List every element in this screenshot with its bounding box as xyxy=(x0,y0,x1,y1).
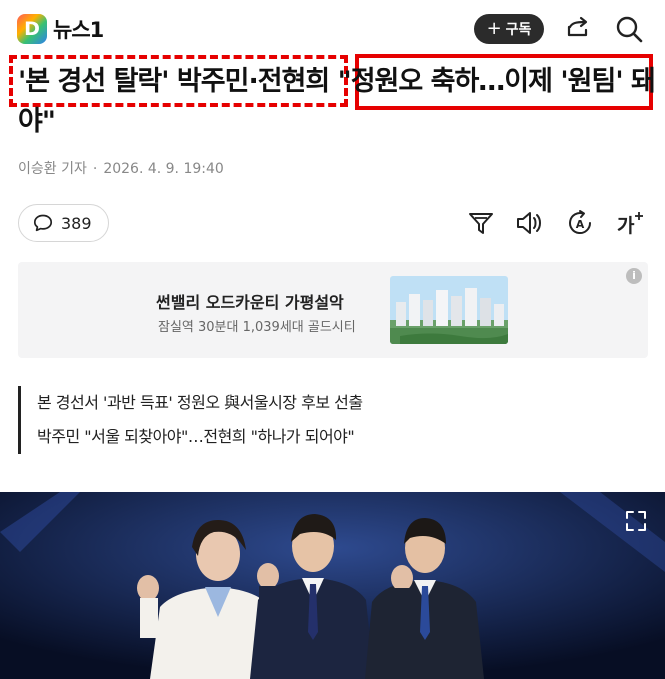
fullscreen-icon[interactable] xyxy=(625,510,647,532)
logo[interactable]: 뉴스1 xyxy=(17,14,104,44)
summary-line: 박주민 "서울 되찾아야"…전현희 "하나가 되어야" xyxy=(37,427,355,446)
ad-info-icon[interactable]: i xyxy=(626,268,642,284)
subscribe-label: 구독 xyxy=(505,22,532,38)
summary-line: 본 경선서 '과반 득표' 정원오 與서울시장 후보 선출 xyxy=(37,393,363,412)
translate-icon[interactable]: A xyxy=(565,208,595,238)
subscribe-button[interactable]: + 구독 xyxy=(474,14,544,44)
article-summary: 본 경선서 '과반 득표' 정원오 與서울시장 후보 선출 박주민 "서울 되찾… xyxy=(18,386,363,454)
ad-apartment-image xyxy=(390,276,508,344)
svg-text:A: A xyxy=(576,218,585,231)
ad-banner[interactable]: 썬밸리 오드카운티 가평설악 잠실역 30분대 1,039세대 골드시티 i xyxy=(18,262,648,358)
logo-text: 뉴스1 xyxy=(53,18,104,42)
ad-subtitle: 잠실역 30분대 1,039세대 골드시티 xyxy=(158,320,356,335)
ad-title: 썬밸리 오드카운티 가평설악 xyxy=(156,293,344,312)
comment-count: 389 xyxy=(61,213,92,233)
plus-icon: + xyxy=(486,18,502,39)
publish-datetime: 2026. 4. 9. 19:40 xyxy=(103,161,224,177)
speaker-icon[interactable] xyxy=(514,208,544,238)
svg-text:가: 가 xyxy=(617,215,635,237)
article-photo[interactable] xyxy=(0,492,665,679)
search-icon[interactable] xyxy=(614,14,644,44)
comment-button[interactable]: 389 xyxy=(18,204,109,242)
logo-mark-icon xyxy=(17,14,47,44)
font-size-icon[interactable]: 가 xyxy=(614,208,644,238)
filter-icon[interactable] xyxy=(466,208,496,238)
author-name[interactable]: 이승환 기자 xyxy=(18,161,87,177)
article-headline: '본 경선 탈락' 박주민·전현희 "정원오 축하…이제 '원팀' 돼야" xyxy=(18,66,656,137)
byline: 이승환 기자 · 2026. 4. 9. 19:40 xyxy=(18,158,224,178)
top-bar: 뉴스1 + 구독 xyxy=(0,0,665,56)
byline-separator: · xyxy=(92,161,98,177)
share-icon[interactable] xyxy=(563,14,593,44)
comment-icon xyxy=(33,214,53,232)
